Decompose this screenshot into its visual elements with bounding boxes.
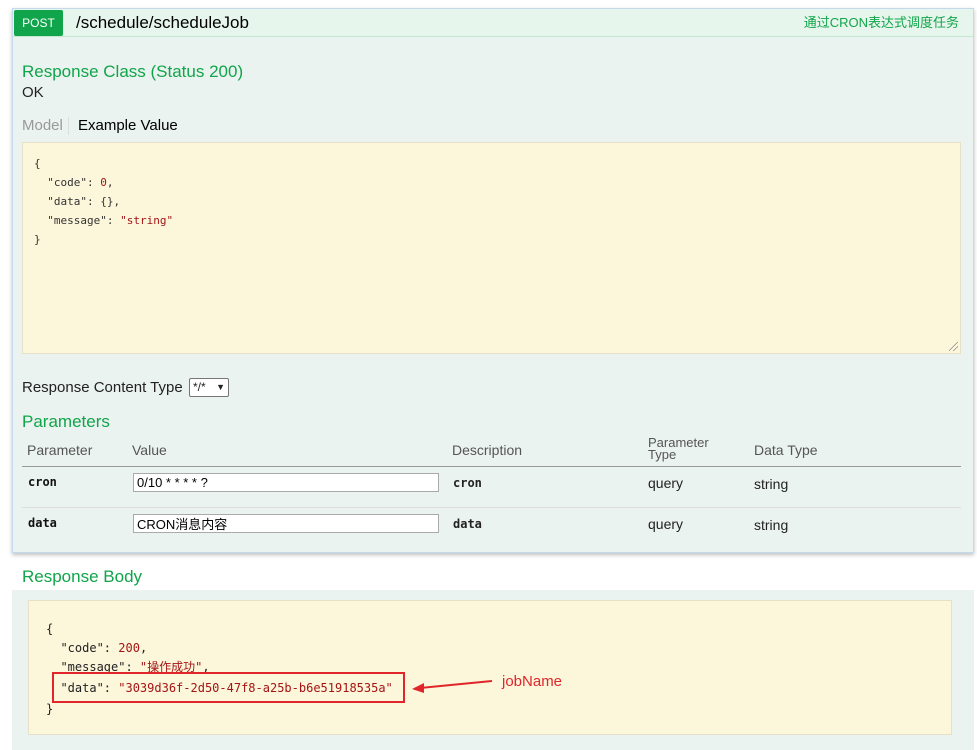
param-desc-cron: cron [453,476,482,490]
tab-example-value[interactable]: Example Value [78,117,178,135]
json-value: {} [100,195,114,208]
content-type-label: Response Content Type [22,379,183,396]
response-body-title: Response Body [22,567,143,586]
json-value: "string" [120,214,174,227]
content-type-select[interactable]: */* ▼ [189,378,229,397]
chevron-down-icon: ▼ [216,382,225,392]
header-parameter-type-line2: Type [648,447,677,462]
header-value: Value [132,442,167,458]
content-type-selected: */* [193,380,206,394]
json-line: { [46,622,54,636]
param-value-cron[interactable] [133,473,439,492]
header-divider [22,466,961,467]
json-key: "code": [46,641,119,655]
row-divider [22,507,961,508]
header-data-type: Data Type [754,442,818,458]
param-type-data: query [648,516,684,532]
json-key: "message": [34,214,121,227]
resize-handle-icon[interactable] [949,342,958,351]
operation-header[interactable]: POST /schedule/scheduleJob 通过CRON表达式调度任务 [13,9,973,37]
operation-summary: 通过CRON表达式调度任务 [803,15,959,30]
param-datatype-cron: string [754,476,789,492]
header-parameter-type: Parameter Type [648,436,709,462]
response-class-title: Response Class (Status 200) [22,62,244,81]
json-punct: , [106,176,114,189]
json-key: "code": [34,176,101,189]
json-line: "code": 200, [46,641,148,655]
param-name-cron: cron [28,475,57,489]
highlight-box [52,672,405,703]
annotation-label: jobName [502,673,563,690]
param-datatype-data: string [754,517,789,533]
param-desc-data: data [453,517,482,531]
json-value: 0 [100,176,107,189]
tab-model[interactable]: Model [22,117,69,135]
example-value-textarea[interactable]: { "code": 0, "data": {}, "message": "str… [22,142,961,354]
param-name-data: data [28,516,57,530]
header-description: Description [452,442,523,458]
http-method-badge: POST [14,10,63,36]
json-punct: , [113,195,121,208]
endpoint-path[interactable]: /schedule/scheduleJob [76,12,249,34]
json-value: 200 [118,641,140,655]
parameters-title: Parameters [22,412,110,431]
param-type-cron: query [648,475,684,491]
operation-panel: POST /schedule/scheduleJob 通过CRON表达式调度任务… [12,8,974,553]
json-key: "data": [34,195,101,208]
param-value-data[interactable] [133,514,439,533]
json-line: { [34,157,41,170]
json-line: } [34,233,41,246]
json-line: } [46,702,54,716]
header-parameter: Parameter [27,442,93,458]
response-status-text: OK [22,84,44,101]
